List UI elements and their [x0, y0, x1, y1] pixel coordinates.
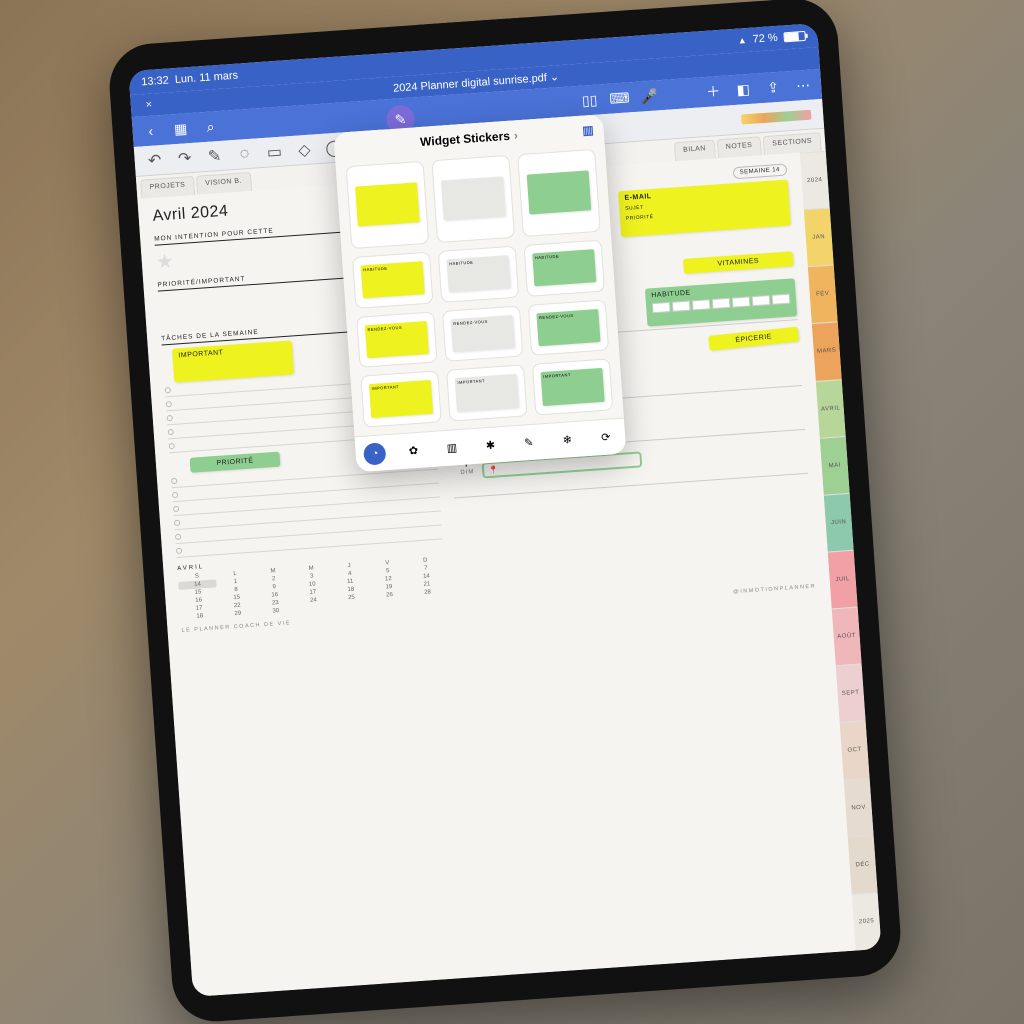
footer-left: LE PLANNER COACH DE VIE	[181, 620, 291, 634]
sticker-option[interactable]: RENDEZ-VOUS	[528, 299, 609, 356]
month-tab-2025[interactable]: 2025	[852, 892, 882, 951]
battery-pct: 72 %	[752, 32, 778, 46]
wifi-icon	[737, 34, 747, 47]
shapes-icon[interactable]: ◇	[296, 141, 313, 158]
sticker-habitude[interactable]: HABITUDE	[645, 278, 797, 326]
redo-icon[interactable]: ↷	[176, 149, 193, 166]
week-badge: SEMAINE 14	[732, 164, 787, 180]
eraser-icon[interactable]: ◌	[236, 145, 253, 162]
month-tab-mars[interactable]: MARS	[812, 322, 842, 381]
footer-right: @INMOTIONPLANNER	[733, 583, 816, 595]
undo-icon[interactable]: ↶	[146, 152, 163, 169]
month-tab-août[interactable]: AOÛT	[832, 607, 862, 666]
sticker-option[interactable]	[346, 161, 430, 249]
status-date: Lun. 11 mars	[174, 70, 238, 86]
sticker-category[interactable]: ✿	[402, 439, 425, 462]
month-tab-nov[interactable]: NOV	[844, 778, 874, 837]
grid-icon[interactable]: ▦	[172, 120, 189, 137]
sticker-option[interactable]: IMPORTANT	[446, 365, 527, 422]
sticker-option[interactable]: IMPORTANT	[532, 359, 613, 416]
keyboard-icon[interactable]: ⌨	[611, 89, 628, 106]
month-tab-mai[interactable]: MAI	[820, 436, 850, 495]
sticker-option[interactable]: RENDEZ-VOUS	[442, 305, 523, 362]
sticker-option[interactable]	[517, 149, 601, 237]
chevron-right-icon: ›	[513, 128, 518, 142]
sticker-option[interactable]: RENDEZ-VOUS	[356, 311, 437, 368]
month-tab-jan[interactable]: JAN	[804, 208, 834, 267]
month-tab-avril[interactable]: AVRIL	[816, 379, 846, 438]
sticker-option[interactable]	[431, 155, 515, 243]
screen: 13:32 Lun. 11 mars 72 % × 2024 Planner d…	[128, 23, 881, 997]
stickers-popover: Widget Stickers › ▥ HABITUDEHABITUDEHABI…	[333, 114, 626, 472]
sticker-priorite-label: PRIORITÉ	[216, 457, 253, 467]
more-icon[interactable]: ⋯	[795, 77, 812, 94]
sticker-option[interactable]: HABITUDE	[352, 251, 433, 308]
pen-icon: ✎	[392, 111, 409, 128]
close-icon[interactable]: ×	[140, 96, 157, 113]
share-icon[interactable]: ⇪	[765, 79, 782, 96]
sticker-important-label: IMPORTANT	[178, 349, 223, 359]
month-tab-oct[interactable]: OCT	[840, 721, 870, 780]
status-time: 13:32	[141, 74, 169, 88]
sticker-option[interactable]: HABITUDE	[438, 245, 519, 302]
sticker-category[interactable]: ✱	[479, 434, 502, 457]
sticker-category[interactable]: ⟳	[594, 426, 617, 449]
color-thumbnails[interactable]	[741, 109, 812, 124]
sticker-category[interactable]: ▥	[440, 436, 463, 459]
month-tab-juil[interactable]: JUIL	[828, 550, 858, 609]
search-icon[interactable]: ⌕	[202, 118, 219, 135]
bookmark-icon[interactable]: ◧	[735, 81, 752, 98]
popover-title: Widget Stickers	[420, 129, 511, 149]
sticker-vitamines-label: VITAMINES	[717, 258, 759, 268]
pin-icon: 📍	[488, 465, 499, 475]
add-icon[interactable]: ＋	[705, 83, 722, 100]
sticker-grid: HABITUDEHABITUDEHABITUDERENDEZ-VOUSRENDE…	[335, 144, 623, 436]
tablet-notch	[416, 17, 527, 47]
month-tab-sept[interactable]: SEPT	[836, 664, 866, 723]
highlighter-icon[interactable]: ▭	[266, 143, 283, 160]
battery-icon	[783, 31, 806, 43]
month-tab-fév[interactable]: FÉV	[808, 265, 838, 324]
layout-toggle-icon[interactable]: ▥	[582, 123, 594, 138]
pen-tool-icon[interactable]: ✎	[206, 147, 223, 164]
tablet-frame: 13:32 Lun. 11 mars 72 % × 2024 Planner d…	[107, 0, 904, 1024]
month-tab-juin[interactable]: JUIN	[824, 493, 854, 552]
month-tab-2024[interactable]: 2024	[800, 151, 830, 210]
sticker-category[interactable]: ✎	[517, 431, 540, 454]
star-icon: ★	[155, 248, 178, 271]
mic-icon[interactable]: 🎤	[641, 87, 658, 104]
book-view-icon[interactable]: ▯▯	[581, 92, 598, 109]
sticker-category[interactable]: ◔	[363, 442, 386, 465]
sticker-option[interactable]: IMPORTANT	[360, 371, 441, 428]
sticker-category[interactable]: ❄	[556, 428, 579, 451]
back-icon[interactable]: ‹	[142, 122, 159, 139]
mini-calendar: AVRIL SLMMJVD141234571589101112141615161…	[177, 547, 447, 621]
month-tab-déc[interactable]: DÉC	[848, 835, 878, 894]
sticker-option[interactable]: HABITUDE	[524, 239, 605, 296]
sticker-epicerie[interactable]: ÉPICERIE	[708, 327, 799, 351]
